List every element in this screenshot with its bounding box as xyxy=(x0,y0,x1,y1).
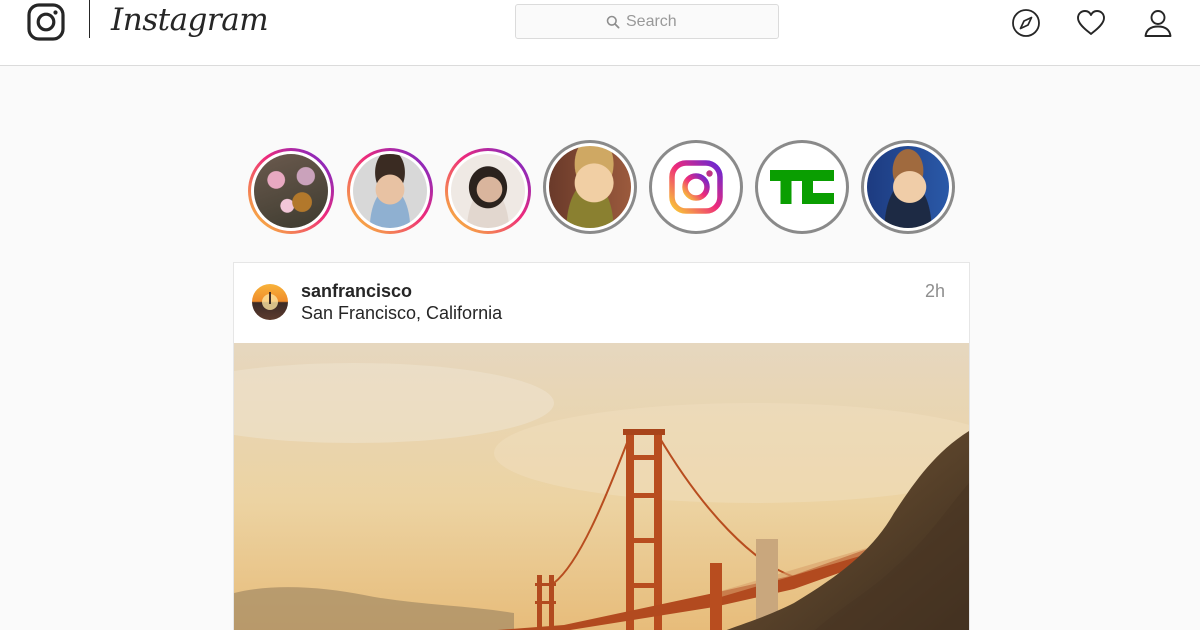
story-avatar-techcrunch xyxy=(761,146,843,228)
brand-divider xyxy=(89,0,90,38)
story-avatar-flowers xyxy=(254,154,328,228)
story-avatar-smiling-man xyxy=(867,146,949,228)
story-item[interactable] xyxy=(543,140,637,234)
story-item[interactable] xyxy=(445,148,531,234)
story-item[interactable] xyxy=(347,148,433,234)
story-item[interactable] xyxy=(861,140,955,234)
instagram-wordmark[interactable]: Instagram xyxy=(111,0,269,40)
user-icon[interactable] xyxy=(1143,8,1173,38)
stories-tray xyxy=(248,140,958,236)
story-item[interactable] xyxy=(649,140,743,234)
instagram-home-link[interactable] xyxy=(27,2,65,42)
search-input[interactable] xyxy=(516,5,778,38)
post-author-avatar[interactable] xyxy=(252,284,288,320)
golden-gate-bridge-photo[interactable] xyxy=(234,343,969,630)
techcrunch-logo-icon xyxy=(770,170,834,204)
post-header: sanfrancisco San Francisco, California 2… xyxy=(234,263,969,343)
post-location[interactable]: San Francisco, California xyxy=(301,303,502,324)
instagram-logo-icon xyxy=(669,160,723,214)
top-navigation-bar: Instagram xyxy=(0,0,1200,66)
story-item[interactable] xyxy=(248,148,334,234)
post-username[interactable]: sanfrancisco xyxy=(301,281,412,302)
feed-post: sanfrancisco San Francisco, California 2… xyxy=(233,262,970,630)
story-avatar-instagram xyxy=(655,146,737,228)
story-avatar-young-man xyxy=(549,146,631,228)
search-box[interactable] xyxy=(515,4,779,39)
story-avatar-woman xyxy=(451,154,525,228)
post-timestamp: 2h xyxy=(924,281,945,301)
heart-icon[interactable] xyxy=(1076,8,1106,38)
story-avatar-bearded-man xyxy=(353,154,427,228)
compass-icon[interactable] xyxy=(1011,8,1041,38)
story-item[interactable] xyxy=(755,140,849,234)
instagram-glyph-icon xyxy=(27,3,65,41)
